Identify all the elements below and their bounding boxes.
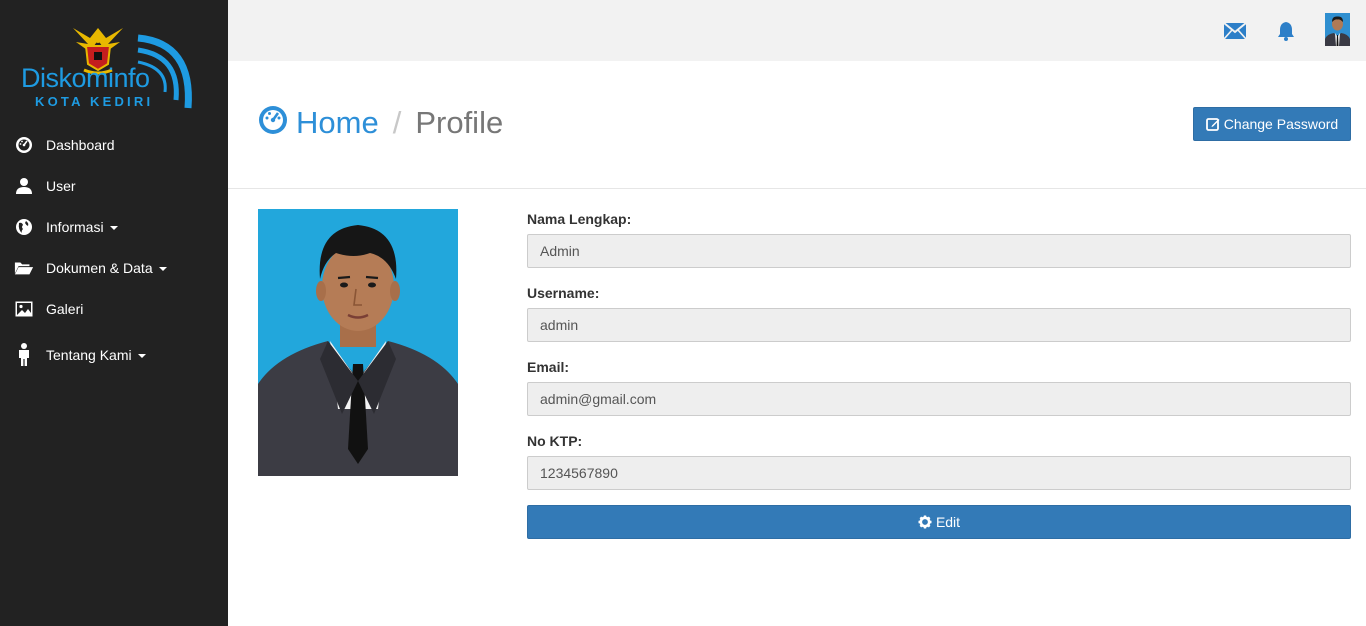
dashboard-icon bbox=[258, 105, 288, 140]
sidebar-item-label: Galeri bbox=[46, 300, 84, 317]
sidebar-menu: Dashboard User Informasi Dokumen & Data … bbox=[0, 124, 228, 381]
sidebar-item-text: Informasi bbox=[46, 218, 104, 235]
dashboard-icon bbox=[14, 135, 34, 155]
field-username: Username: bbox=[527, 283, 1351, 357]
sidebar-item-tentang-kami[interactable]: Tentang Kami bbox=[0, 329, 228, 381]
sidebar-item-label: Informasi bbox=[46, 219, 118, 235]
picture-icon bbox=[14, 299, 34, 319]
globe-icon bbox=[14, 217, 34, 237]
user-icon bbox=[14, 176, 34, 196]
sidebar-item-label: Tentang Kami bbox=[46, 347, 146, 363]
profile-form: Nama Lengkap: Username: Email: No KTP: E… bbox=[527, 209, 1351, 539]
user-avatar[interactable] bbox=[1325, 13, 1350, 46]
caret-down-icon bbox=[158, 266, 167, 271]
field-no-ktp: No KTP: bbox=[527, 431, 1351, 505]
gear-icon bbox=[918, 515, 932, 529]
caret-down-icon bbox=[109, 225, 118, 230]
folder-open-icon bbox=[14, 258, 34, 278]
username-field[interactable] bbox=[527, 308, 1351, 342]
no-ktp-field[interactable] bbox=[527, 456, 1351, 490]
email-field[interactable] bbox=[527, 382, 1351, 416]
bell-icon[interactable] bbox=[1274, 19, 1298, 43]
sidebar-item-text: Tentang Kami bbox=[46, 347, 132, 363]
edit-button[interactable]: Edit bbox=[527, 505, 1351, 539]
profile-photo bbox=[258, 209, 458, 476]
field-nama-lengkap: Nama Lengkap: bbox=[527, 209, 1351, 283]
sidebar-item-informasi[interactable]: Informasi bbox=[0, 206, 228, 247]
breadcrumb-home-link[interactable]: Home bbox=[296, 107, 379, 138]
sidebar-item-user[interactable]: User bbox=[0, 165, 228, 206]
change-password-label: Change Password bbox=[1223, 116, 1339, 132]
username-label: Username: bbox=[527, 285, 600, 301]
field-email: Email: bbox=[527, 357, 1351, 431]
sidebar-item-label: Dokumen & Data bbox=[46, 260, 167, 276]
sidebar-item-label: Dashboard bbox=[46, 136, 115, 153]
breadcrumb-separator: / bbox=[392, 105, 402, 140]
nama-lengkap-field[interactable] bbox=[527, 234, 1351, 268]
sidebar-item-label: User bbox=[46, 177, 76, 194]
sidebar-item-text: Dokumen & Data bbox=[46, 259, 153, 276]
sidebar: Diskominfo KOTA KEDIRI Dashboard User In… bbox=[0, 0, 228, 626]
brand-subtitle: KOTA KEDIRI bbox=[35, 94, 154, 109]
sidebar-item-dokumen-data[interactable]: Dokumen & Data bbox=[0, 247, 228, 288]
edit-label: Edit bbox=[935, 514, 961, 530]
person-icon bbox=[14, 343, 34, 366]
brand-name: Diskominfo bbox=[21, 63, 150, 93]
nama-lengkap-label: Nama Lengkap: bbox=[527, 211, 632, 227]
sidebar-item-galeri[interactable]: Galeri bbox=[0, 288, 228, 329]
edit-icon bbox=[1205, 118, 1220, 131]
caret-down-icon bbox=[137, 354, 146, 359]
page-header: Home / Profile Change Password bbox=[228, 61, 1366, 189]
no-ktp-label: No KTP: bbox=[527, 433, 583, 449]
sidebar-item-dashboard[interactable]: Dashboard bbox=[0, 124, 228, 165]
topbar bbox=[228, 0, 1366, 61]
envelope-icon[interactable] bbox=[1223, 19, 1247, 43]
change-password-button[interactable]: Change Password bbox=[1193, 107, 1351, 141]
page-title: Profile bbox=[415, 105, 504, 140]
brand-logo[interactable]: Diskominfo KOTA KEDIRI bbox=[18, 18, 213, 113]
email-label: Email: bbox=[527, 359, 570, 375]
breadcrumb: Home / Profile bbox=[258, 105, 503, 140]
